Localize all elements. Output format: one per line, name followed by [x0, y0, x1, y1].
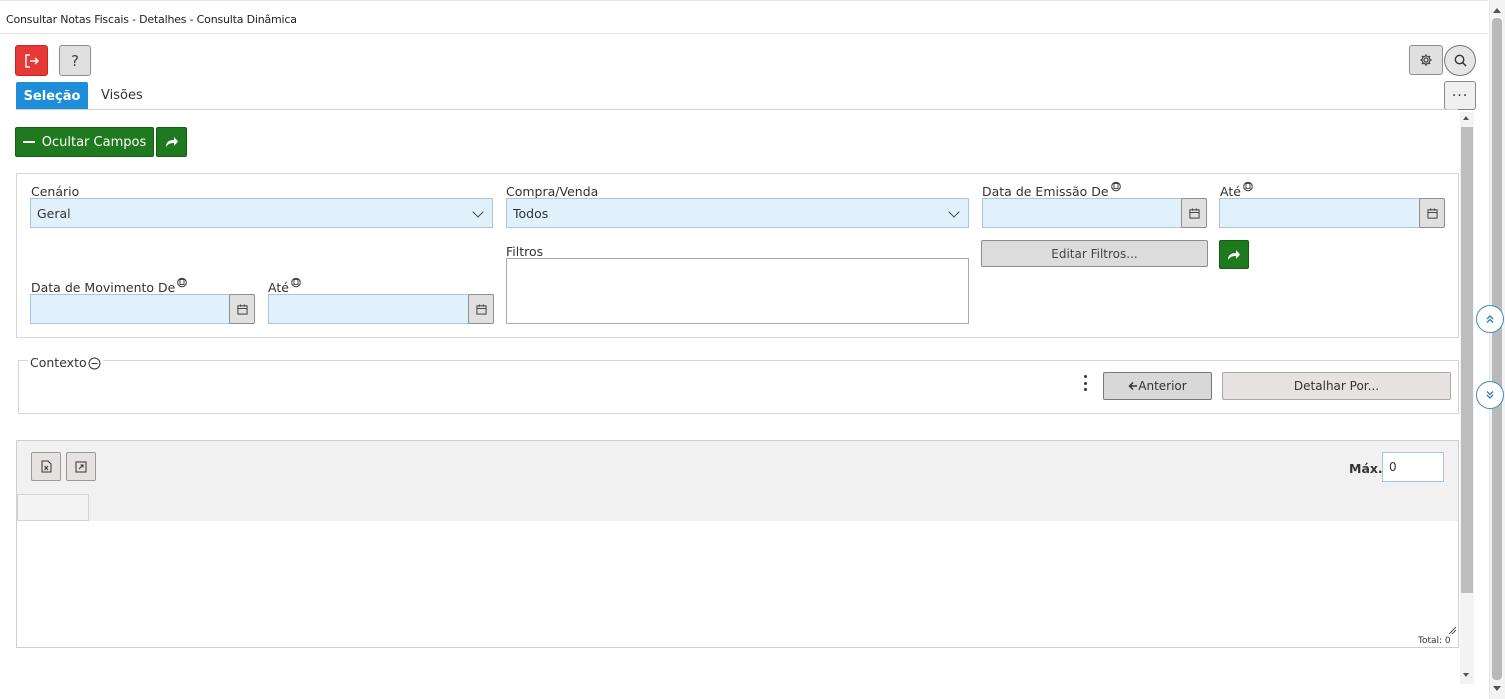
content-scrollbar-thumb[interactable] — [1461, 127, 1473, 593]
compra-venda-label: Compra/Venda — [506, 184, 599, 199]
max-label: Máx. — [1349, 461, 1383, 476]
data-movimento-de-label-group: Data de Movimento De — [31, 277, 188, 295]
data-emissao-ate-calendar-button[interactable] — [1419, 198, 1445, 228]
data-emissao-ate-label: Até — [1220, 184, 1241, 199]
resize-handle-icon[interactable] — [1447, 625, 1457, 635]
cenario-value: Geral — [37, 205, 71, 221]
share-arrow-icon — [1228, 249, 1240, 260]
data-movimento-ate-calendar-button[interactable] — [468, 294, 494, 324]
data-movimento-ate-label: Até — [268, 280, 289, 295]
help-icon: ? — [71, 51, 79, 70]
title-bar: Consultar Notas Fiscais - Detalhes - Con… — [0, 0, 1488, 34]
copy-icon[interactable] — [1242, 181, 1253, 193]
context-legend: Contexto — [28, 354, 103, 370]
previous-label: Anterior — [1138, 379, 1187, 393]
cenario-label: Cenário — [31, 184, 80, 199]
copy-icon[interactable] — [1110, 181, 1121, 193]
compra-venda-value: Todos — [513, 205, 549, 221]
previous-button[interactable]: Anterior — [1103, 372, 1212, 400]
chevron-down-icon — [948, 206, 960, 218]
context-label: Contexto — [30, 354, 87, 370]
calendar-icon — [1426, 207, 1438, 219]
copy-icon[interactable] — [176, 277, 188, 289]
ellipsis-icon: ··· — [1451, 87, 1469, 104]
calendar-icon — [475, 303, 487, 315]
tab-selecao[interactable]: Seleção — [16, 82, 88, 110]
data-movimento-ate-input[interactable] — [268, 294, 469, 324]
context-menu-kebab-icon[interactable] — [1080, 375, 1090, 391]
edit-filters-button[interactable]: Editar Filtros... — [981, 240, 1208, 267]
chevron-down-icon — [472, 206, 484, 218]
scroll-to-top-button[interactable] — [1476, 305, 1504, 333]
more-options-button[interactable]: ··· — [1444, 81, 1476, 110]
compra-venda-select[interactable]: Todos — [506, 198, 969, 228]
total-count: Total: 0 — [1418, 636, 1451, 646]
expand-grid-button[interactable] — [66, 452, 96, 481]
apply-filters-button[interactable] — [1219, 240, 1249, 269]
arrow-left-icon — [1128, 381, 1138, 391]
content-scroll-down-icon[interactable] — [1463, 673, 1469, 677]
scroll-down-arrow-icon[interactable] — [1493, 686, 1501, 691]
minus-icon — [22, 141, 35, 143]
content-scroll-up-icon[interactable] — [1463, 116, 1469, 120]
search-icon — [1454, 54, 1467, 67]
data-emissao-ate-label-group: Até — [1220, 181, 1253, 199]
data-movimento-ate-label-group: Até — [268, 277, 301, 295]
grid-header-cell[interactable] — [17, 494, 89, 521]
calendar-icon — [236, 303, 248, 315]
hide-fields-label: Ocultar Campos — [41, 134, 147, 150]
data-movimento-de-label: Data de Movimento De — [31, 280, 176, 295]
exit-button[interactable] — [15, 45, 48, 76]
detail-by-button[interactable]: Detalhar Por... — [1222, 372, 1451, 400]
data-emissao-de-calendar-button[interactable] — [1181, 198, 1207, 228]
execute-button[interactable] — [156, 127, 187, 157]
calendar-icon — [1188, 207, 1200, 219]
expand-icon — [75, 461, 87, 472]
window-title: Consultar Notas Fiscais - Detalhes - Con… — [6, 13, 297, 26]
logout-icon — [24, 53, 39, 68]
search-button[interactable] — [1444, 45, 1476, 76]
data-emissao-ate-input[interactable] — [1219, 198, 1420, 228]
filtros-label: Filtros — [506, 244, 544, 259]
double-chevron-up-icon — [1486, 315, 1494, 323]
copy-icon[interactable] — [290, 277, 301, 289]
help-button[interactable]: ? — [59, 45, 91, 76]
filtros-textarea[interactable] — [506, 258, 969, 324]
data-emissao-de-label: Data de Emissão De — [982, 184, 1109, 199]
page-scrollbar-thumb[interactable] — [1492, 18, 1502, 680]
grid-toolbar — [17, 441, 1458, 521]
scroll-up-arrow-icon[interactable] — [1493, 8, 1501, 13]
cenario-select[interactable]: Geral — [30, 198, 493, 228]
hide-fields-button[interactable]: Ocultar Campos — [15, 127, 154, 157]
settings-button[interactable] — [1409, 45, 1443, 75]
excel-file-icon — [41, 460, 51, 473]
gear-icon — [1420, 54, 1432, 66]
export-excel-button[interactable] — [31, 452, 61, 481]
scroll-to-bottom-button[interactable] — [1476, 381, 1504, 409]
data-movimento-de-calendar-button[interactable] — [229, 294, 255, 324]
tabs-divider — [16, 109, 1458, 110]
data-movimento-de-input[interactable] — [30, 294, 230, 324]
collapse-minus-circle-icon[interactable] — [88, 357, 101, 370]
data-emissao-de-label-group: Data de Emissão De — [982, 181, 1121, 199]
share-arrow-icon — [165, 137, 178, 147]
max-input[interactable]: 0 — [1382, 452, 1444, 482]
data-emissao-de-input[interactable] — [982, 198, 1182, 228]
double-chevron-down-icon — [1486, 391, 1494, 399]
tab-visoes[interactable]: Visões — [101, 88, 143, 103]
app-window: Consultar Notas Fiscais - Detalhes - Con… — [0, 0, 1505, 699]
